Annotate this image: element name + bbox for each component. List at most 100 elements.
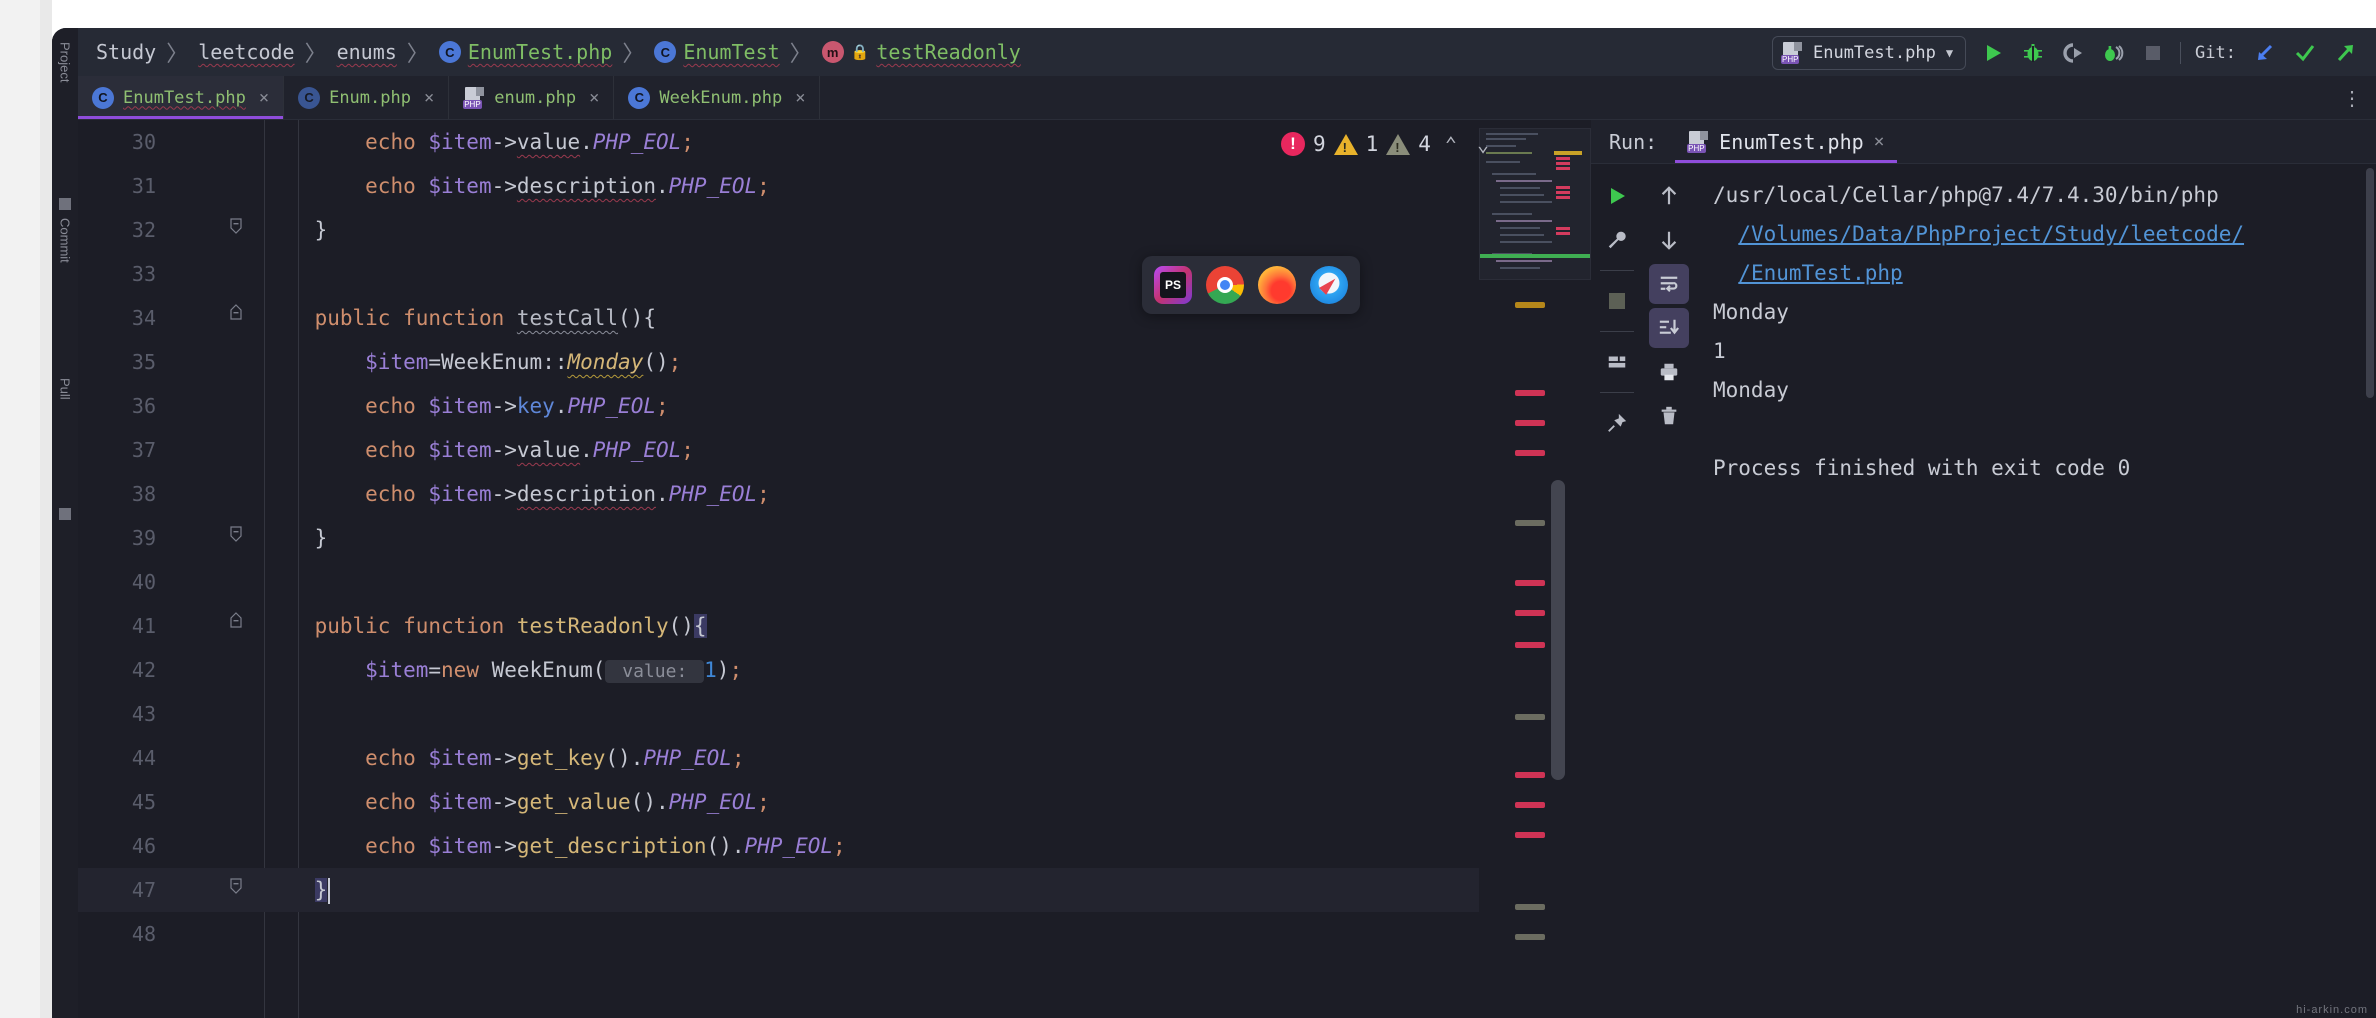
code-line[interactable]: 32 } (78, 208, 1591, 252)
phpstorm-icon[interactable]: PS (1154, 266, 1192, 304)
code-line[interactable]: 35 $item=WeekEnum::Monday(); (78, 340, 1591, 384)
code-line[interactable]: 37 echo $item->value.PHP_EOL; (78, 428, 1591, 472)
code-line[interactable]: 40 (78, 560, 1591, 604)
breadcrumb-item-enums[interactable]: enums (333, 40, 401, 64)
fold-end-icon[interactable] (228, 516, 244, 560)
close-icon[interactable]: × (259, 88, 269, 108)
code-line[interactable]: 47 } (78, 868, 1591, 912)
fold-start-icon[interactable] (228, 604, 244, 648)
editor-minimap[interactable] (1479, 120, 1591, 1018)
commit-icon[interactable] (59, 198, 71, 210)
run-tab-enumtest-php[interactable]: PHP EnumTest.php × (1675, 120, 1897, 163)
error-stripe[interactable] (1515, 290, 1575, 1018)
tab-enumtest-php[interactable]: C EnumTest.php × (78, 76, 285, 119)
error-stripe-mark[interactable] (1515, 642, 1545, 648)
breadcrumb-item-leetcode[interactable]: leetcode (194, 40, 298, 64)
close-icon[interactable]: × (795, 88, 805, 108)
error-stripe-mark[interactable] (1515, 904, 1545, 910)
code-line[interactable]: 46 echo $item->get_description().PHP_EOL… (78, 824, 1591, 868)
code-line-text: echo $item->get_key().PHP_EOL; (264, 736, 745, 780)
down-the-stack-button[interactable] (1649, 220, 1689, 260)
close-icon[interactable]: × (589, 88, 599, 108)
git-commit-button[interactable] (2292, 40, 2318, 66)
stop-button[interactable] (2140, 40, 2166, 66)
error-stripe-mark[interactable] (1515, 420, 1545, 426)
error-stripe-mark[interactable] (1515, 714, 1545, 720)
code-line[interactable]: 42 $item=new WeekEnum( value: 1); (78, 648, 1591, 692)
code-line[interactable]: 39 } (78, 516, 1591, 560)
git-push-button[interactable] (2332, 40, 2358, 66)
code-editor[interactable]: 30 echo $item->value.PHP_EOL; 31 echo $it… (78, 120, 1591, 1018)
code-line[interactable]: 34 public function testCall(){ (78, 296, 1591, 340)
fold-end-icon[interactable] (228, 868, 244, 912)
error-stripe-mark[interactable] (1515, 520, 1545, 526)
breadcrumb-item-enumtest-class[interactable]: C EnumTest (650, 40, 783, 64)
breadcrumb-item-study[interactable]: Study (92, 40, 160, 64)
code-line[interactable]: 38 echo $item->description.PHP_EOL; (78, 472, 1591, 516)
script-path-link-line-2[interactable]: /EnumTest.php (1738, 261, 1902, 285)
error-stripe-mark[interactable] (1515, 450, 1545, 456)
profile-button[interactable] (2100, 40, 2126, 66)
tab-weekenum-php[interactable]: C WeekEnum.php × (614, 76, 821, 119)
error-stripe-mark[interactable] (1515, 802, 1545, 808)
breadcrumb-item-enumtest-php[interactable]: C EnumTest.php (435, 40, 617, 64)
print-button[interactable] (1649, 352, 1689, 392)
error-stripe-mark[interactable] (1515, 934, 1545, 940)
editor-scrollbar-thumb[interactable] (1551, 480, 1565, 780)
strip-label-project[interactable]: Project (58, 42, 73, 82)
stop-button[interactable] (1597, 281, 1637, 321)
next-problem-icon[interactable]: ⌄ (1471, 132, 1495, 156)
strip-label-pull-requests[interactable]: Pull (58, 378, 73, 400)
error-stripe-mark[interactable] (1515, 302, 1545, 308)
tab-enum-php[interactable]: C Enum.php × (284, 76, 450, 119)
edit-configuration-button[interactable] (1597, 220, 1637, 260)
safari-icon[interactable] (1310, 266, 1348, 304)
firefox-icon[interactable] (1258, 266, 1296, 304)
tab-enum-php-lower[interactable]: PHP enum.php × (449, 76, 615, 119)
code-line[interactable]: 45 echo $item->get_value().PHP_EOL; (78, 780, 1591, 824)
fold-start-icon[interactable] (228, 296, 244, 340)
code-line[interactable]: 41 public function testReadonly(){ (78, 604, 1591, 648)
close-icon[interactable]: × (424, 88, 434, 108)
breadcrumb-item-testreadonly[interactable]: m 🔒 testReadonly (818, 40, 1025, 64)
code-line[interactable]: 31 echo $item->description.PHP_EOL; (78, 164, 1591, 208)
up-the-stack-button[interactable] (1649, 176, 1689, 216)
code-line[interactable]: 36 echo $item->key.PHP_EOL; (78, 384, 1591, 428)
inspection-widget[interactable]: ! 9 1 4 ⌃ ⌄ (1280, 132, 1495, 156)
fold-end-icon[interactable] (228, 208, 244, 252)
main-toolbar: PHP EnumTest.php ▼ Git: (1771, 34, 2358, 72)
strip-label-commit[interactable]: Commit (58, 218, 73, 263)
run-with-coverage-button[interactable] (2060, 40, 2086, 66)
run-console-scrollbar-thumb[interactable] (2366, 168, 2374, 398)
error-stripe-mark[interactable] (1515, 832, 1545, 838)
scroll-to-end-button[interactable] (1649, 308, 1689, 348)
close-icon[interactable]: × (1874, 131, 1885, 152)
run-button[interactable] (1980, 40, 2006, 66)
error-stripe-mark[interactable] (1515, 610, 1545, 616)
run-console-output[interactable]: /usr/local/Cellar/php@7.4/7.4.30/bin/php… (1695, 164, 2376, 1018)
pin-tab-button[interactable] (1597, 403, 1637, 443)
structure-icon[interactable] (59, 508, 71, 520)
git-update-button[interactable] (2252, 40, 2278, 66)
code-line[interactable]: 44 echo $item->get_key().PHP_EOL; (78, 736, 1591, 780)
script-path-link-line-1[interactable]: /Volumes/Data/PhpProject/Study/leetcode/ (1738, 222, 2244, 246)
tab-overflow-menu-icon[interactable]: ⋮ (2328, 76, 2376, 119)
run-configuration-selector[interactable]: PHP EnumTest.php ▼ (1771, 36, 1967, 70)
application-dock[interactable]: PS (1142, 256, 1360, 314)
error-stripe-mark[interactable] (1515, 772, 1545, 778)
rerun-button[interactable] (1597, 176, 1637, 216)
code-line[interactable]: 33 (78, 252, 1591, 296)
code-line[interactable]: 48 (78, 912, 1591, 956)
soft-wrap-button[interactable] (1649, 264, 1689, 304)
code-lines[interactable]: 30 echo $item->value.PHP_EOL; 31 echo $it… (78, 120, 1591, 1018)
error-stripe-mark[interactable] (1515, 580, 1545, 586)
code-token: echo (365, 482, 429, 506)
error-stripe-mark[interactable] (1515, 390, 1545, 396)
code-token: ; (731, 746, 745, 770)
chrome-icon[interactable] (1206, 266, 1244, 304)
previous-problem-icon[interactable]: ⌃ (1439, 132, 1463, 156)
code-line[interactable]: 43 (78, 692, 1591, 736)
layout-settings-button[interactable] (1597, 342, 1637, 382)
debug-button[interactable] (2020, 40, 2046, 66)
clear-all-button[interactable] (1649, 396, 1689, 436)
